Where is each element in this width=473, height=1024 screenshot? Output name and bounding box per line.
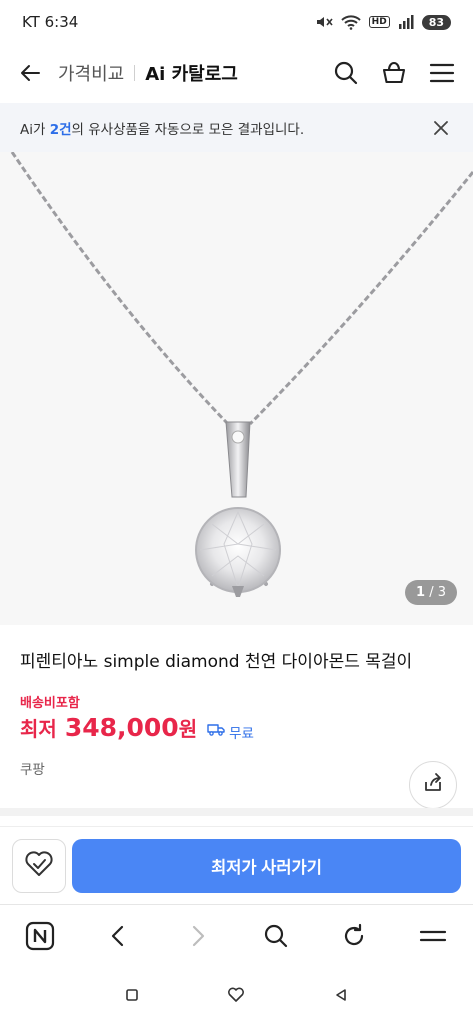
share-icon — [422, 772, 444, 798]
delivery-truck-icon — [207, 723, 225, 740]
browser-menu-icon[interactable] — [415, 918, 451, 954]
browser-forward-icon[interactable] — [179, 918, 215, 954]
breadcrumb-price-compare[interactable]: 가격비교 — [58, 60, 124, 86]
wishlist-button[interactable] — [12, 839, 66, 893]
product-name: 피렌티아노 simple diamond 천연 다이아몬드 목걸이 — [20, 652, 413, 672]
header-actions — [331, 58, 457, 88]
browser-back-icon[interactable] — [101, 918, 137, 954]
back-arrow-icon[interactable] — [16, 59, 44, 87]
section-divider — [0, 808, 473, 816]
close-icon[interactable] — [429, 116, 453, 140]
carrier-time: KT 6:34 — [22, 13, 79, 31]
menu-icon[interactable] — [427, 58, 457, 88]
banner-count: 2건 — [49, 121, 72, 138]
necklace-image — [0, 152, 473, 625]
shipping-included-tag: 배송비포함 — [20, 696, 80, 711]
banner-suffix: 의 유사상품을 자동으로 모은 결과입니다. — [71, 121, 305, 138]
shopping-bag-icon[interactable] — [379, 58, 409, 88]
search-icon[interactable] — [331, 58, 361, 88]
product-info: 피렌티아노 simple diamond 천연 다이아몬드 목걸이 배송비포함 … — [0, 625, 473, 809]
wifi-icon — [340, 14, 361, 30]
breadcrumb-divider — [134, 65, 136, 81]
system-back-icon[interactable] — [326, 980, 356, 1010]
banner-prefix: Ai가 — [20, 121, 50, 138]
similar-products-banner: Ai가 2건의 유사상품을 자동으로 모은 결과입니다. — [0, 103, 473, 152]
image-current: 1 — [416, 585, 426, 600]
image-total: 3 — [437, 585, 446, 600]
browser-toolbar — [0, 904, 473, 966]
browser-search-icon[interactable] — [258, 918, 294, 954]
free-delivery: 무료 — [207, 722, 254, 742]
share-button[interactable] — [409, 761, 457, 809]
lowest-price-label: 최저 — [20, 717, 57, 741]
reload-icon[interactable] — [336, 918, 372, 954]
image-page-counter: 1 / 3 — [405, 580, 457, 605]
image-separator: / — [425, 585, 438, 600]
app-header: 가격비교 Ai 카탈로그 — [0, 44, 473, 102]
delivery-label: 무료 — [229, 725, 254, 742]
price-unit: 원 — [178, 717, 198, 741]
status-icons: HD 83 — [315, 14, 451, 30]
seller-name[interactable]: 쿠팡 — [20, 758, 45, 778]
buy-lowest-price-button[interactable]: 최저가 사러가기 — [72, 839, 461, 893]
home-heart-icon[interactable] — [221, 980, 251, 1010]
heart-check-icon — [24, 850, 54, 882]
price-row: 최저 348,000 원 무료 — [20, 713, 254, 742]
status-bar: KT 6:34 HD 83 — [0, 0, 473, 44]
purchase-action-bar: 최저가 사러가기 — [0, 826, 473, 904]
product-image-carousel[interactable]: 1 / 3 — [0, 152, 473, 625]
system-navigation-bar — [0, 966, 473, 1024]
signal-icon — [398, 15, 414, 29]
hd-icon: HD — [368, 16, 390, 28]
price-value: 348,000 — [64, 713, 179, 742]
banner-text: Ai가 2건의 유사상품을 자동으로 모은 결과입니다. — [20, 118, 304, 138]
naver-home-icon[interactable] — [22, 918, 58, 954]
recent-apps-icon[interactable] — [117, 980, 147, 1010]
page-title: Ai 카탈로그 — [145, 64, 238, 85]
battery-indicator: 83 — [421, 14, 451, 30]
mute-icon — [315, 14, 333, 30]
